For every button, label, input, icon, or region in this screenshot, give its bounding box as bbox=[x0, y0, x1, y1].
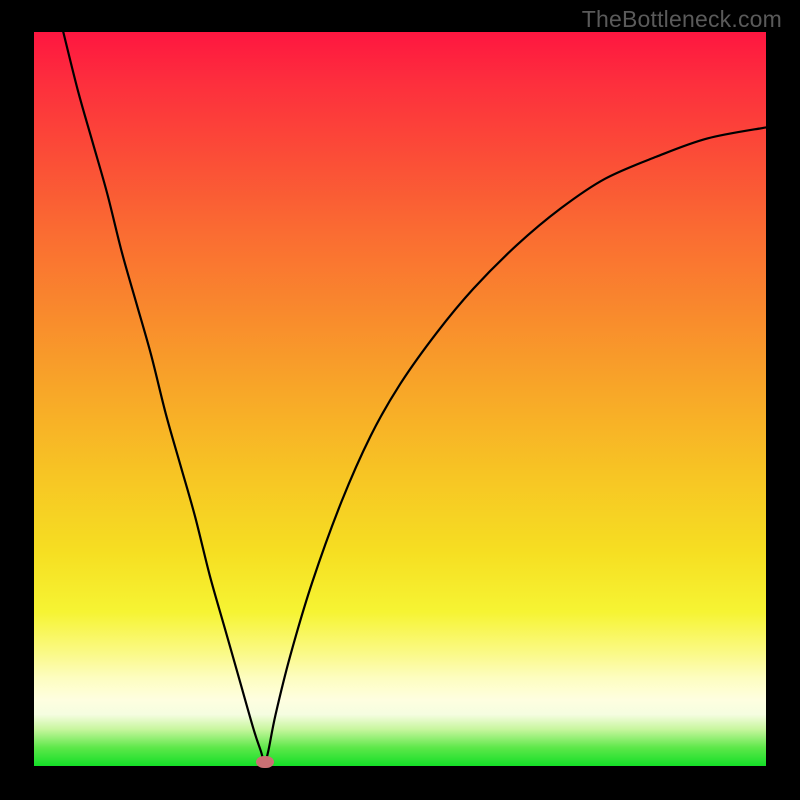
bottleneck-curve bbox=[34, 32, 766, 766]
plot-area bbox=[34, 32, 766, 766]
watermark-text: TheBottleneck.com bbox=[582, 6, 782, 33]
chart-frame: TheBottleneck.com bbox=[0, 0, 800, 800]
minimum-marker bbox=[256, 756, 274, 768]
